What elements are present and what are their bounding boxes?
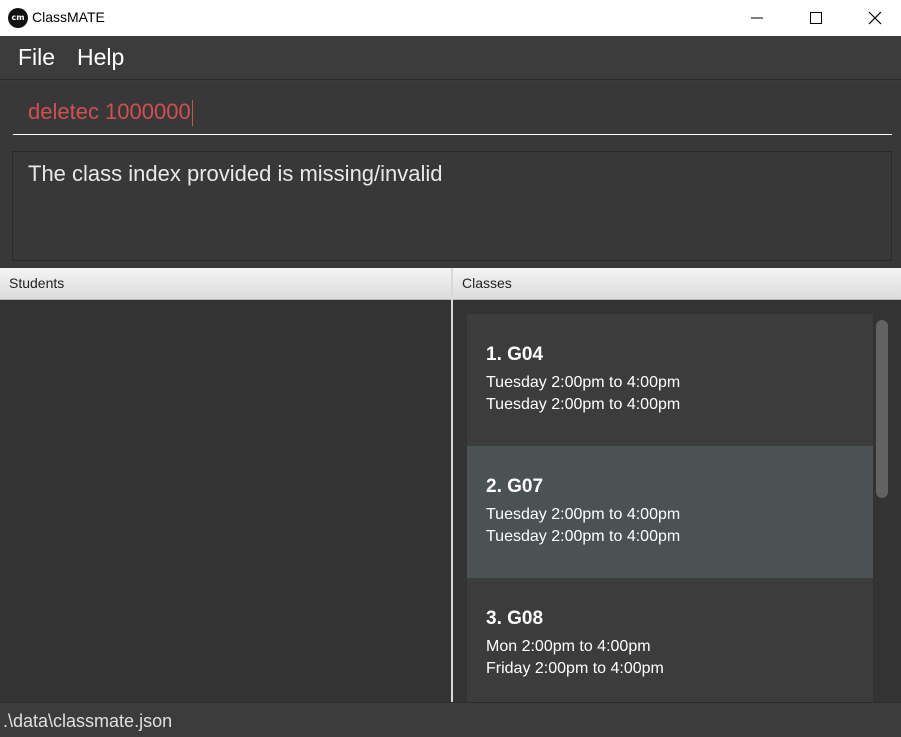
class-time: Friday 2:00pm to 4:00pm (486, 660, 664, 677)
minimize-icon (751, 17, 763, 19)
data-file-path: .\data\classmate.json (3, 711, 173, 731)
students-header-label: Students (9, 275, 65, 291)
students-panel-header: Students (0, 268, 451, 300)
class-time: Tuesday 2:00pm to 4:00pm (486, 396, 681, 413)
window-title: ClassMATE (32, 9, 105, 25)
minimize-button[interactable] (734, 0, 780, 36)
classes-scrollbar-thumb[interactable] (876, 320, 888, 498)
command-box: deletec 1000000 (0, 81, 901, 144)
class-title: 2. G07 (486, 476, 544, 497)
students-list[interactable] (0, 300, 451, 702)
result-message: The class index provided is missing/inva… (28, 161, 443, 186)
class-card[interactable]: 3. G08 Mon 2:00pm to 4:00pm Friday 2:00p… (467, 578, 873, 702)
class-title: 1. G04 (486, 344, 544, 365)
maximize-button[interactable] (793, 0, 839, 36)
close-icon (868, 11, 882, 25)
command-text-wrapper: deletec 1000000 (28, 99, 193, 127)
classes-panel-header: Classes (453, 268, 901, 300)
class-card[interactable]: 1. G04 Tuesday 2:00pm to 4:00pm Tuesday … (467, 314, 873, 446)
menu-bar: File Help (0, 36, 901, 80)
text-caret (191, 100, 193, 127)
title-bar: cm ClassMATE (0, 0, 901, 36)
menu-file[interactable]: File (18, 44, 55, 71)
class-card-selected[interactable]: 2. G07 Tuesday 2:00pm to 4:00pm Tuesday … (467, 446, 873, 578)
classes-list[interactable]: 1. G04 Tuesday 2:00pm to 4:00pm Tuesday … (453, 300, 901, 702)
class-title: 3. G08 (486, 608, 544, 629)
app-logo-icon: cm (8, 8, 28, 28)
class-time: Tuesday 2:00pm to 4:00pm (486, 374, 681, 391)
close-button[interactable] (852, 0, 898, 36)
command-input[interactable]: deletec 1000000 (13, 89, 892, 135)
status-bar: .\data\classmate.json (0, 702, 901, 737)
menu-help[interactable]: Help (77, 44, 124, 71)
result-box: The class index provided is missing/inva… (12, 151, 892, 261)
classes-header-label: Classes (462, 275, 512, 291)
command-text: deletec 1000000 (28, 99, 191, 124)
class-time: Mon 2:00pm to 4:00pm (486, 638, 651, 655)
result-display: The class index provided is missing/inva… (0, 144, 901, 268)
class-time: Tuesday 2:00pm to 4:00pm (486, 506, 681, 523)
class-time: Tuesday 2:00pm to 4:00pm (486, 528, 681, 545)
maximize-icon (810, 12, 822, 24)
